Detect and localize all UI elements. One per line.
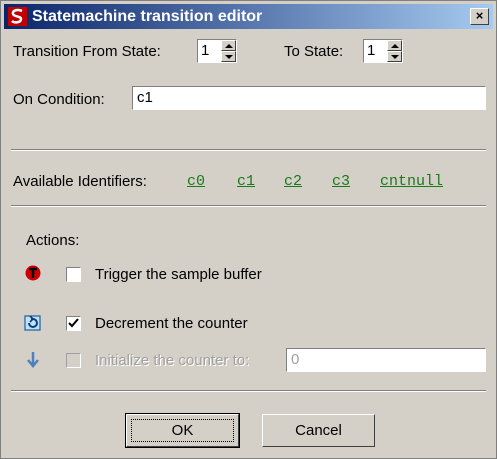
identifier-link-c3[interactable]: c3 (332, 173, 350, 190)
ok-button[interactable]: OK (125, 413, 240, 448)
arrow-up-icon (225, 44, 233, 48)
divider (11, 205, 486, 207)
close-icon: × (475, 8, 484, 23)
divider (11, 149, 486, 151)
identifiers-label: Available Identifiers: (13, 173, 147, 190)
dialog-window: Statemachine transition editor × Transit… (0, 0, 497, 459)
close-button[interactable]: × (470, 8, 489, 25)
initialize-icon (27, 352, 39, 368)
identifier-link-c2[interactable]: c2 (284, 173, 302, 190)
from-state-decrement-button[interactable] (221, 51, 236, 62)
arrow-up-icon (391, 44, 399, 48)
to-state-label: To State: (284, 43, 344, 60)
focus-rectangle (131, 419, 234, 442)
from-state-increment-button[interactable] (221, 40, 236, 51)
identifier-link-cntnull[interactable]: cntnull (380, 173, 443, 190)
condition-input[interactable]: c1 (132, 86, 486, 110)
decrement-icon (24, 315, 41, 331)
app-logo-icon (8, 7, 27, 26)
from-state-label: Transition From State: (13, 43, 161, 60)
initialize-value-input[interactable]: 0 (286, 348, 486, 372)
from-state-spinner[interactable]: 1 (197, 39, 237, 63)
to-state-decrement-button[interactable] (387, 51, 402, 62)
decrement-label[interactable]: Decrement the counter (95, 315, 248, 332)
window-title: Statemachine transition editor (32, 8, 263, 25)
arrow-down-icon (225, 55, 233, 59)
cancel-button-label: Cancel (295, 422, 342, 439)
from-state-value[interactable]: 1 (201, 42, 209, 60)
initialize-checkbox[interactable] (66, 353, 81, 368)
trigger-checkbox[interactable] (66, 267, 81, 282)
identifier-link-c1[interactable]: c1 (237, 173, 255, 190)
divider (11, 390, 486, 392)
actions-label: Actions: (26, 232, 80, 249)
cancel-button[interactable]: Cancel (262, 414, 375, 447)
condition-label: On Condition: (13, 91, 105, 108)
identifier-link-c0[interactable]: c0 (187, 173, 205, 190)
initialize-label: Initialize the counter to: (95, 352, 250, 369)
arrow-down-icon (391, 55, 399, 59)
title-bar[interactable]: Statemachine transition editor × (4, 4, 493, 29)
trigger-icon (25, 265, 41, 281)
decrement-checkbox[interactable] (66, 316, 81, 331)
trigger-label[interactable]: Trigger the sample buffer (95, 266, 262, 283)
to-state-increment-button[interactable] (387, 40, 402, 51)
to-state-spinner[interactable]: 1 (363, 39, 403, 63)
checkmark-icon (68, 318, 79, 328)
to-state-value[interactable]: 1 (367, 42, 375, 60)
